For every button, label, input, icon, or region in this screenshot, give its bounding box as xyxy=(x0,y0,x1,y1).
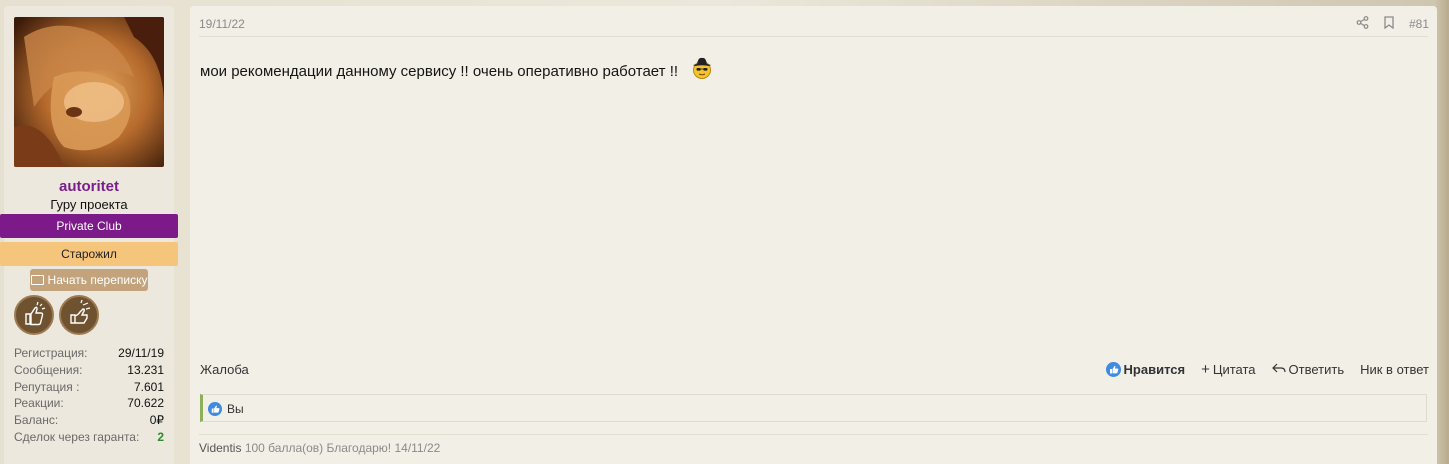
thumbs-up-icon xyxy=(1105,362,1121,377)
rating-user[interactable]: Videntis xyxy=(199,441,241,455)
thumbs-up-trophy-icon[interactable] xyxy=(14,295,54,335)
rating-note: Videntis 100 балла(ов) Благодарю! 14/11/… xyxy=(199,441,440,455)
avatar[interactable] xyxy=(14,17,164,167)
plus-icon: + xyxy=(1201,361,1210,378)
post-footer: Жалоба Нравится + Цитата Ответить Ник в … xyxy=(200,362,1429,380)
reply-button[interactable]: Ответить xyxy=(1271,362,1345,377)
user-title: Гуру проекта xyxy=(50,197,128,212)
stat-reputation: Репутация :7.601 xyxy=(14,379,164,394)
old-timer-banner: Старожил xyxy=(0,242,178,266)
smiley-hat-icon xyxy=(690,56,714,84)
rating-text: 100 балла(ов) Благодарю! 14/11/22 xyxy=(244,441,441,455)
reply-icon xyxy=(1271,362,1286,377)
reaction-like-icon xyxy=(208,402,222,416)
stat-messages: Сообщения: 13.231 xyxy=(14,362,164,377)
post-text: мои рекомендации данному сервису !! очен… xyxy=(200,63,679,80)
stat-guarantor-deals: Сделок через гаранта: 2 xyxy=(14,429,164,444)
user-info-panel: autoritet Гуру проекта Private Club Стар… xyxy=(0,6,178,464)
quote-button[interactable]: + Цитата xyxy=(1201,362,1255,377)
post-number[interactable]: #81 xyxy=(1409,17,1429,31)
like-label: Нравится xyxy=(1123,362,1186,377)
reactions-users[interactable]: Вы xyxy=(227,402,244,416)
footer-divider xyxy=(199,434,1428,435)
envelope-icon xyxy=(30,275,44,285)
quote-label: Цитата xyxy=(1212,362,1256,377)
share-icon[interactable] xyxy=(1356,16,1369,32)
stat-registration: Регистрация: 29/11/19 xyxy=(14,346,164,360)
stat-reactions: Реакции: 70.622 xyxy=(14,396,164,411)
user-stats: Регистрация: 29/11/19 Сообщения: 13.231 Ре… xyxy=(14,345,164,446)
start-conversation-label: Начать переписку xyxy=(47,273,148,287)
stat-balance: Баланс: 0₽ xyxy=(14,413,164,428)
thanks-trophy-icon[interactable] xyxy=(59,295,99,335)
reactions-bar[interactable]: Вы xyxy=(200,394,1427,422)
reply-label: Ответить xyxy=(1288,362,1345,377)
start-conversation-button[interactable]: Начать переписку xyxy=(30,269,148,291)
nick-reply-label: Ник в ответ xyxy=(1360,362,1429,377)
post-actions: Нравится + Цитата Ответить Ник в ответ xyxy=(1105,362,1429,377)
header-divider xyxy=(199,36,1428,37)
post-header-actions: #81 xyxy=(1356,16,1429,32)
report-link[interactable]: Жалоба xyxy=(200,362,249,377)
post-body: мои рекомендации данному сервису !! очен… xyxy=(200,56,714,84)
nick-reply-button[interactable]: Ник в ответ xyxy=(1360,362,1429,377)
private-club-banner: Private Club xyxy=(0,214,178,238)
like-button[interactable]: Нравится xyxy=(1105,362,1186,377)
username[interactable]: autoritet xyxy=(4,178,174,195)
post-message: 19/11/22 #81 мои рекомендации данному се… xyxy=(190,6,1437,464)
post-date[interactable]: 19/11/22 xyxy=(199,17,245,31)
bookmark-icon[interactable] xyxy=(1383,16,1395,32)
